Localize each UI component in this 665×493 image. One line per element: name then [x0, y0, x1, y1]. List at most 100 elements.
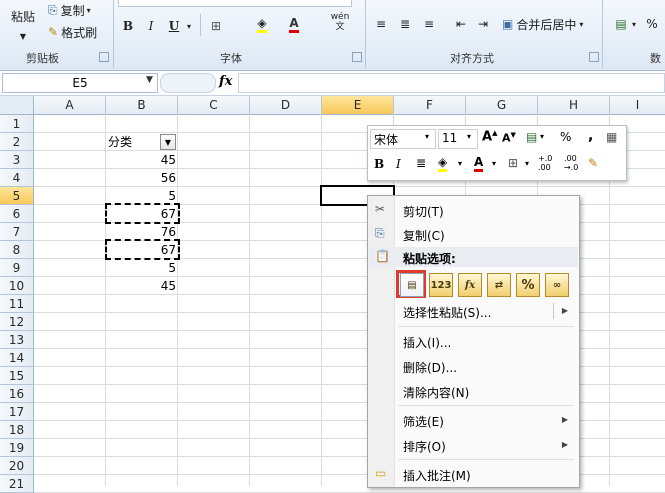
mini-center-icon[interactable]: ≣ [416, 156, 426, 170]
row-header-3[interactable]: 3 [0, 151, 34, 169]
row-header-16[interactable]: 16 [0, 385, 34, 403]
cell-B4[interactable]: 56 [106, 169, 179, 186]
chevron-down-icon[interactable]: ▾ [492, 159, 496, 168]
mini-font-color-icon[interactable]: A [474, 155, 484, 172]
column-header-B[interactable]: B [106, 96, 178, 115]
paste-values-icon[interactable]: 123 [429, 273, 453, 297]
row-header-4[interactable]: 4 [0, 169, 34, 187]
row-header-8[interactable]: 8 [0, 241, 34, 259]
format-painter-button[interactable]: ✎ 格式刷 [48, 22, 108, 42]
formula-input[interactable] [238, 73, 665, 93]
menu-item-paste-special[interactable]: 选择性粘贴(S)... ▶ [369, 300, 578, 322]
column-header-D[interactable]: D [250, 96, 322, 115]
format-cells-icon[interactable]: ▦ [606, 130, 617, 144]
mini-font-size-combo[interactable]: 11 ▾ [438, 129, 478, 149]
menu-item-filter[interactable]: 筛选(E) ▶ [369, 409, 578, 431]
insert-function-icon[interactable]: fx [219, 74, 232, 89]
clipboard-launcher-icon[interactable] [99, 52, 109, 62]
borders-icon[interactable]: ⊞ [206, 16, 226, 36]
chevron-down-icon[interactable]: ▾ [525, 159, 529, 168]
row-header-7[interactable]: 7 [0, 223, 34, 241]
paste-formulas-icon[interactable]: fx [458, 273, 482, 297]
row-header-14[interactable]: 14 [0, 349, 34, 367]
mini-fill-color-icon[interactable]: ◈ [438, 155, 448, 172]
copy-button[interactable]: ⎘ 复制 ▾ [48, 0, 108, 20]
row-header-12[interactable]: 12 [0, 313, 34, 331]
accounting-format-icon[interactable]: ▤ [526, 130, 537, 144]
row-header-13[interactable]: 13 [0, 331, 34, 349]
row-header-15[interactable]: 15 [0, 367, 34, 385]
paste-button[interactable]: 粘贴 [4, 6, 42, 26]
column-header-I[interactable]: I [610, 96, 665, 115]
percent-button[interactable]: % [642, 14, 662, 34]
paste-dropdown-icon[interactable]: ▼ [16, 26, 30, 46]
menu-item-insert-comment[interactable]: ▭ 插入批注(M) [369, 463, 578, 485]
column-header-G[interactable]: G [466, 96, 538, 115]
mini-font-name-combo[interactable]: 宋体 ▾ [370, 129, 436, 149]
row-header-10[interactable]: 10 [0, 277, 34, 295]
align-center-icon[interactable]: ≣ [396, 14, 414, 34]
align-right-icon[interactable]: ≡ [420, 14, 438, 34]
menu-item-copy[interactable]: ⎘ 复制(C) [369, 223, 578, 245]
phonetic-button[interactable]: wén 文 [330, 12, 350, 32]
column-header-E[interactable]: E [322, 96, 394, 115]
alignment-launcher-icon[interactable] [589, 52, 599, 62]
paste-transpose-icon[interactable]: ⇄ [487, 273, 511, 297]
paintbrush-icon[interactable]: ✎ [588, 156, 598, 170]
menu-item-cut[interactable]: ✂ 剪切(T) [369, 199, 578, 221]
chevron-down-icon[interactable]: ▾ [458, 159, 462, 168]
increase-indent-icon[interactable]: ⇥ [474, 14, 492, 34]
row-header-1[interactable]: 1 [0, 115, 34, 133]
row-header-2[interactable]: 2 [0, 133, 34, 151]
font-color-button[interactable]: A [284, 14, 304, 34]
merge-center-button[interactable]: ▣ 合并后居中 ▾ [502, 14, 598, 34]
menu-item-sort[interactable]: 排序(O) ▶ [369, 434, 578, 456]
cell-B5[interactable]: 5 [106, 187, 179, 204]
underline-button[interactable]: U [166, 16, 182, 36]
row-header-19[interactable]: 19 [0, 439, 34, 457]
cell-B2[interactable]: 分类 [108, 133, 158, 150]
row-header-20[interactable]: 20 [0, 457, 34, 475]
mini-bold-button[interactable]: B [374, 157, 384, 171]
align-left-icon[interactable]: ≡ [372, 14, 390, 34]
cell-B3[interactable]: 45 [106, 151, 179, 168]
bold-button[interactable]: B [120, 16, 136, 36]
grow-font-icon[interactable]: A▲ [482, 129, 497, 144]
row-header-11[interactable]: 11 [0, 295, 34, 313]
increase-decimal-button[interactable]: +.0 .00 [538, 154, 552, 172]
chevron-down-icon[interactable]: ▼ [146, 75, 153, 85]
chevron-down-icon[interactable]: ▾ [630, 14, 638, 34]
row-header-21[interactable]: 21 [0, 475, 34, 493]
underline-dropdown-icon[interactable]: ▾ [184, 16, 194, 36]
paste-icon[interactable]: ▤ [400, 273, 424, 297]
row-header-9[interactable]: 9 [0, 259, 34, 277]
font-name-combo[interactable] [118, 0, 352, 7]
shrink-font-icon[interactable]: A▼ [502, 131, 516, 145]
cell-B9[interactable]: 5 [106, 259, 179, 276]
italic-button[interactable]: I [143, 16, 159, 36]
accounting-format-icon[interactable]: ▤ [610, 14, 632, 34]
row-header-5[interactable]: 5 [0, 187, 34, 205]
paste-link-icon[interactable]: ∞ [545, 273, 569, 297]
filter-dropdown-icon[interactable]: ▼ [160, 134, 176, 150]
column-header-H[interactable]: H [538, 96, 610, 115]
formula-bar-splitter[interactable] [160, 73, 216, 93]
decrease-indent-icon[interactable]: ⇤ [452, 14, 470, 34]
fill-color-button[interactable]: ◈ [252, 14, 272, 34]
row-header-6[interactable]: 6 [0, 205, 34, 223]
comma-style-button[interactable]: , [588, 128, 593, 144]
select-all-corner[interactable] [0, 96, 34, 115]
column-header-F[interactable]: F [394, 96, 466, 115]
column-header-C[interactable]: C [178, 96, 250, 115]
row-header-18[interactable]: 18 [0, 421, 34, 439]
column-header-A[interactable]: A [34, 96, 106, 115]
decrease-decimal-button[interactable]: .00 →.0 [564, 154, 578, 172]
chevron-down-icon[interactable]: ▾ [540, 132, 544, 141]
cell-B10[interactable]: 45 [106, 277, 179, 294]
menu-item-insert[interactable]: 插入(I)... [369, 330, 578, 352]
name-box[interactable]: E5 [2, 73, 158, 93]
percent-style-button[interactable]: % [560, 130, 571, 144]
cell-B7[interactable]: 76 [106, 223, 179, 240]
mini-italic-button[interactable]: I [396, 157, 401, 171]
menu-item-clear-contents[interactable]: 清除内容(N) [369, 380, 578, 402]
